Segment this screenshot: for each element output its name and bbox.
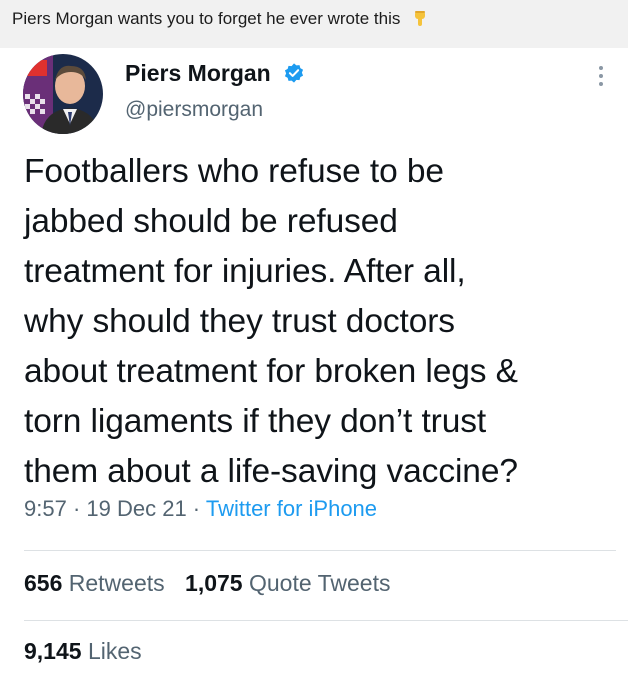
tweet-text-line: about treatment for broken legs &	[24, 353, 518, 390]
likes-count: 9,145	[24, 638, 82, 664]
avatar[interactable]	[23, 54, 103, 134]
tweet-text-line: them about a life-saving vaccine?	[24, 453, 518, 490]
quote-tweets-label: Quote Tweets	[248, 570, 391, 596]
retweet-stats: 656 Retweets 1,075 Quote Tweets	[24, 570, 404, 597]
likes-stats: 9,145 Likes	[24, 638, 156, 665]
likes-label: Likes	[87, 638, 142, 664]
author-handle[interactable]: @piersmorgan	[125, 98, 263, 122]
tweet-card: Piers Morgan @piersmorgan Footballers wh…	[0, 48, 628, 673]
divider	[24, 620, 628, 621]
quote-tweets-count: 1,075	[185, 570, 243, 596]
author-name[interactable]: Piers Morgan	[125, 60, 305, 87]
tweet-date[interactable]: 19 Dec 21	[86, 496, 186, 521]
tweet-text-line: Footballers who refuse to be	[24, 153, 444, 190]
tweet-text: Footballers who refuse to be jabbed shou…	[24, 147, 619, 497]
divider	[24, 550, 616, 551]
tweet-text-line: jabbed should be refused	[24, 203, 398, 240]
retweets-stat[interactable]: 656 Retweets	[24, 570, 165, 596]
tweet-metadata: 9:57 · 19 Dec 21 · Twitter for iPhone	[24, 496, 377, 522]
pointing-down-emoji-icon	[415, 11, 426, 26]
retweets-label: Retweets	[68, 570, 165, 596]
retweets-count: 656	[24, 570, 63, 596]
tweet-text-line: why should they trust doctors	[24, 303, 455, 340]
tweet-text-line: treatment for injuries. After all,	[24, 253, 466, 290]
avatar-image	[23, 54, 103, 134]
likes-stat[interactable]: 9,145 Likes	[24, 638, 142, 664]
separator: ·	[66, 496, 87, 521]
caption: Piers Morgan wants you to forget he ever…	[12, 9, 429, 29]
author-name-text: Piers Morgan	[125, 60, 271, 86]
more-options-icon[interactable]	[596, 64, 606, 88]
verified-badge-icon	[285, 63, 304, 83]
caption-bar: Piers Morgan wants you to forget he ever…	[0, 0, 628, 48]
tweet-time[interactable]: 9:57	[24, 496, 67, 521]
quote-tweets-stat[interactable]: 1,075 Quote Tweets	[185, 570, 390, 596]
separator: ·	[186, 496, 206, 521]
tweet-text-line: torn ligaments if they don’t trust	[24, 403, 487, 440]
tweet-source-link[interactable]: Twitter for iPhone	[206, 496, 377, 521]
caption-text: Piers Morgan wants you to forget he ever…	[12, 9, 401, 28]
